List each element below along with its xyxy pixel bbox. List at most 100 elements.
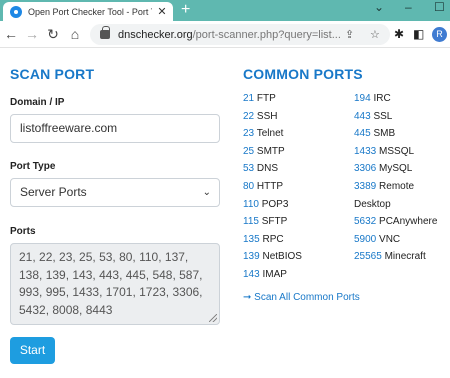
domain-label: Domain / IP	[10, 97, 65, 108]
common-port-item[interactable]: 445 SMB	[354, 128, 395, 139]
common-port-item[interactable]: 80 HTTP	[243, 181, 283, 192]
scan-port-heading: SCAN PORT	[10, 66, 95, 82]
port-service-name: RPC	[262, 233, 284, 245]
maximize-icon[interactable]: ☐	[434, 0, 445, 14]
port-service-name: SMTP	[256, 145, 285, 157]
common-port-item: Desktop	[354, 199, 391, 210]
new-tab-button[interactable]: +	[181, 1, 190, 19]
scan-all-common-ports-link[interactable]: ➞ Scan All Common Ports	[243, 292, 360, 303]
common-port-item[interactable]: 194 IRC	[354, 93, 391, 104]
port-number: 5900	[354, 233, 377, 245]
common-port-item[interactable]: 1433 MSSQL	[354, 146, 414, 157]
port-type-select[interactable]: Server Ports ⌄	[10, 178, 220, 207]
chevron-down-icon: ⌄	[202, 187, 211, 198]
port-service-name: MSSQL	[379, 145, 415, 157]
port-number: 115	[243, 216, 259, 228]
minimize-icon[interactable]: –	[405, 0, 412, 14]
tab-search-icon[interactable]: ⌄	[374, 0, 384, 14]
common-port-item[interactable]: 23 Telnet	[243, 128, 283, 139]
common-port-item[interactable]: 3306 MySQL	[354, 163, 412, 174]
lock-icon	[100, 26, 110, 39]
forward-arrow-icon[interactable]: →	[24, 26, 40, 42]
bookmark-star-icon[interactable]: ☆	[370, 28, 380, 41]
ports-textarea[interactable]: 21, 22, 23, 25, 53, 80, 110, 137, 138, 1…	[10, 243, 220, 325]
common-port-item[interactable]: 139 NetBIOS	[243, 251, 302, 262]
port-number: 3389	[354, 181, 377, 192]
port-service-name: FTP	[256, 93, 276, 104]
port-service-name: Minecraft	[384, 251, 426, 263]
common-port-item[interactable]: 143 IMAP	[243, 269, 287, 280]
port-service-name: SSH	[256, 110, 278, 122]
resize-handle-icon[interactable]	[209, 314, 217, 322]
common-port-item[interactable]: 135 RPC	[243, 234, 284, 245]
tab-title: Open Port Checker Tool - Port Te	[28, 6, 152, 17]
port-service-name: NetBIOS	[262, 251, 302, 263]
common-port-item[interactable]: 443 SSL	[354, 111, 392, 122]
common-port-item[interactable]: 21 FTP	[243, 93, 276, 104]
port-service-name: SSL	[373, 110, 393, 122]
ports-label: Ports	[10, 226, 36, 237]
port-number: 53	[243, 163, 255, 175]
port-number: 143	[243, 269, 260, 280]
url-host: dnschecker.org	[118, 28, 193, 41]
back-arrow-icon[interactable]: ←	[3, 26, 19, 42]
port-service-name: Telnet	[256, 128, 284, 140]
port-number: 22	[243, 110, 255, 122]
address-bar[interactable]: dnschecker.org/port-scanner.php?query=li…	[90, 24, 390, 45]
common-port-item[interactable]: 110 POP3	[243, 199, 288, 210]
port-number: 5632	[354, 216, 377, 228]
port-number: 80	[243, 181, 255, 192]
url-path: /port-scanner.php?query=list...	[192, 28, 341, 41]
port-service-name: HTTP	[256, 181, 284, 192]
common-port-item[interactable]: 25565 Minecraft	[354, 251, 426, 262]
common-ports-heading: COMMON PORTS	[243, 66, 363, 82]
port-number: 445	[354, 128, 371, 140]
browser-tab[interactable]: Open Port Checker Tool - Port Te ✕	[3, 2, 173, 21]
extensions-puzzle-icon[interactable]: ✱	[394, 26, 404, 42]
port-number: 3306	[354, 163, 377, 175]
port-service-name: SFTP	[261, 216, 288, 228]
site-favicon-icon	[10, 5, 22, 18]
port-service-name: PCAnywhere	[379, 216, 438, 228]
port-service-name: Remote	[379, 181, 415, 192]
port-number: 25	[243, 145, 255, 157]
profile-avatar[interactable]: R	[432, 27, 447, 42]
port-type-value: Server Ports	[20, 185, 87, 199]
common-port-item[interactable]: 5632 PCAnywhere	[354, 216, 437, 227]
port-number: 23	[243, 128, 255, 140]
port-number: 135	[243, 233, 260, 245]
reload-icon[interactable]: ↻	[45, 26, 61, 42]
common-port-item[interactable]: 3389 Remote	[354, 181, 414, 192]
port-service-name: SMB	[373, 128, 396, 140]
port-number: 110	[243, 198, 259, 210]
share-icon[interactable]: ⇪	[345, 28, 354, 41]
port-service-name: MySQL	[379, 163, 413, 175]
tab-strip: Open Port Checker Tool - Port Te ✕ + ⌄ –…	[0, 0, 450, 21]
port-number: 139	[243, 251, 260, 263]
port-service-name: IMAP	[262, 269, 287, 280]
port-number: 1433	[354, 145, 377, 157]
port-type-label: Port Type	[10, 161, 56, 172]
port-service-name: Desktop	[354, 198, 391, 210]
common-port-item[interactable]: 115 SFTP	[243, 216, 287, 227]
port-number: 194	[354, 93, 371, 104]
tab-close-button[interactable]: ✕	[156, 5, 168, 18]
common-port-item[interactable]: 5900 VNC	[354, 234, 400, 245]
port-service-name: POP3	[261, 198, 289, 210]
port-number: 25565	[354, 251, 382, 263]
port-number: 21	[243, 93, 255, 104]
common-port-item[interactable]: 53 DNS	[243, 163, 278, 174]
port-service-name: IRC	[373, 93, 391, 104]
port-service-name: VNC	[379, 233, 401, 245]
start-button[interactable]: Start	[10, 337, 55, 364]
ports-value: 21, 22, 23, 25, 53, 80, 110, 137, 138, 1…	[19, 250, 203, 317]
port-number: 443	[354, 110, 371, 122]
common-port-item[interactable]: 22 SSH	[243, 111, 277, 122]
side-panel-icon[interactable]: ◧	[413, 26, 424, 42]
home-icon[interactable]: ⌂	[67, 26, 83, 42]
url-text: dnschecker.org/port-scanner.php?query=li…	[118, 29, 341, 41]
browser-toolbar: ← → ↻ ⌂ dnschecker.org/port-scanner.php?…	[0, 21, 450, 48]
domain-input[interactable]: listoffreeware.com	[10, 114, 220, 143]
port-service-name: DNS	[256, 163, 279, 175]
common-port-item[interactable]: 25 SMTP	[243, 146, 285, 157]
